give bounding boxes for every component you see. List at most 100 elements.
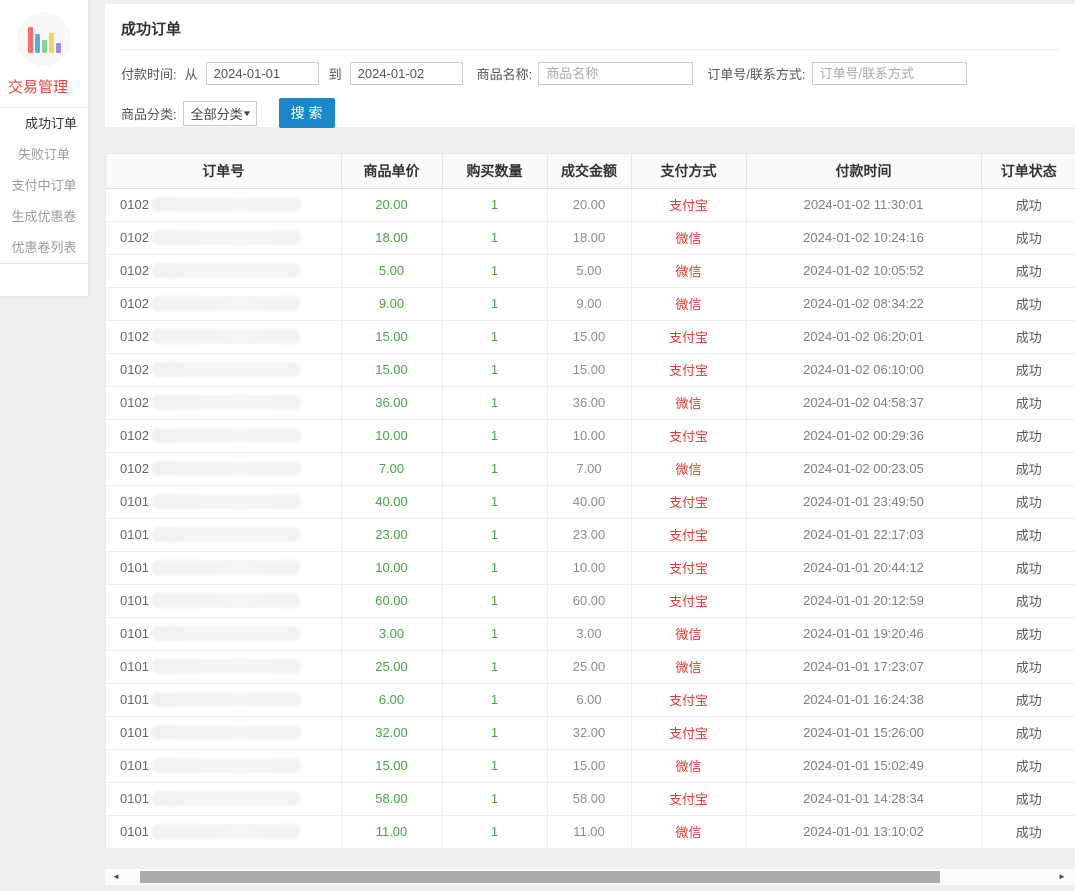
pay-time-cell: 2024-01-01 15:26:00 bbox=[746, 716, 981, 749]
qty-cell: 1 bbox=[442, 320, 547, 353]
table-row: 010160.00160.00支付宝2024-01-01 20:12:59成功 bbox=[106, 584, 1075, 617]
sidebar-item-3[interactable]: 支付中订单 bbox=[0, 170, 88, 201]
category-select[interactable]: 全部分类 ▼ bbox=[183, 101, 257, 126]
price-cell: 15.00 bbox=[341, 353, 442, 386]
pay-method-cell: 微信 bbox=[631, 386, 746, 419]
table-row: 01016.0016.00支付宝2024-01-01 16:24:38成功 bbox=[106, 683, 1075, 716]
amount-cell: 40.00 bbox=[547, 485, 631, 518]
order-id-prefix: 0101 bbox=[120, 560, 149, 575]
pay-time-to-input[interactable] bbox=[350, 62, 463, 85]
pay-method-cell: 支付宝 bbox=[631, 716, 746, 749]
table-row: 01027.0017.00微信2024-01-02 00:23:05成功 bbox=[106, 452, 1075, 485]
status-cell: 成功 bbox=[981, 716, 1075, 749]
pay-method-cell: 微信 bbox=[631, 650, 746, 683]
pay-time-cell: 2024-01-01 16:24:38 bbox=[746, 683, 981, 716]
redacted-order-id-blur bbox=[151, 197, 301, 212]
status-cell: 成功 bbox=[981, 815, 1075, 848]
sidebar-menu: 成功订单失败订单支付中订单生成优惠卷优惠卷列表 bbox=[0, 107, 88, 264]
sidebar-item-2[interactable]: 失败订单 bbox=[0, 139, 88, 170]
redacted-order-id-blur bbox=[151, 296, 301, 311]
amount-cell: 32.00 bbox=[547, 716, 631, 749]
status-cell: 成功 bbox=[981, 551, 1075, 584]
order-id-prefix: 0102 bbox=[120, 329, 149, 344]
order-id-prefix: 0101 bbox=[120, 659, 149, 674]
scrollbar-thumb[interactable] bbox=[140, 871, 940, 883]
table-header-row: 订单号商品单价购买数量成交金额支付方式付款时间订单状态 bbox=[106, 154, 1075, 188]
sidebar-item-1[interactable]: 成功订单 bbox=[0, 108, 88, 139]
sidebar-item-5[interactable]: 优惠卷列表 bbox=[0, 232, 88, 263]
amount-cell: 25.00 bbox=[547, 650, 631, 683]
qty-cell: 1 bbox=[442, 749, 547, 782]
pay-method-cell: 支付宝 bbox=[631, 188, 746, 221]
horizontal-scrollbar[interactable]: ◄ ► bbox=[105, 869, 1075, 885]
logo-bar bbox=[42, 40, 47, 53]
status-cell: 成功 bbox=[981, 419, 1075, 452]
search-button[interactable]: 搜 索 bbox=[279, 98, 335, 128]
order-id-cell: 0101 bbox=[106, 650, 341, 683]
order-id-prefix: 0102 bbox=[120, 230, 149, 245]
qty-cell: 1 bbox=[442, 650, 547, 683]
scroll-left-icon[interactable]: ◄ bbox=[109, 869, 123, 885]
order-contact-input[interactable] bbox=[812, 62, 967, 85]
pay-time-from-input[interactable] bbox=[206, 62, 319, 85]
qty-cell: 1 bbox=[442, 683, 547, 716]
pay-method-cell: 微信 bbox=[631, 221, 746, 254]
logo-bar bbox=[35, 34, 40, 53]
table-row: 010132.00132.00支付宝2024-01-01 15:26:00成功 bbox=[106, 716, 1075, 749]
status-cell: 成功 bbox=[981, 485, 1075, 518]
pay-time-cell: 2024-01-02 06:20:01 bbox=[746, 320, 981, 353]
logo-bar-chart-icon bbox=[17, 12, 71, 66]
amount-cell: 10.00 bbox=[547, 419, 631, 452]
price-cell: 25.00 bbox=[341, 650, 442, 683]
order-id-prefix: 0102 bbox=[120, 197, 149, 212]
status-cell: 成功 bbox=[981, 617, 1075, 650]
pay-method-cell: 微信 bbox=[631, 254, 746, 287]
redacted-order-id-blur bbox=[151, 428, 301, 443]
column-header: 支付方式 bbox=[631, 154, 746, 188]
price-cell: 10.00 bbox=[341, 551, 442, 584]
order-id-cell: 0101 bbox=[106, 485, 341, 518]
qty-cell: 1 bbox=[442, 617, 547, 650]
table-row: 010215.00115.00支付宝2024-01-02 06:20:01成功 bbox=[106, 320, 1075, 353]
column-header: 订单号 bbox=[106, 154, 341, 188]
pay-method-cell: 支付宝 bbox=[631, 419, 746, 452]
product-name-input[interactable] bbox=[538, 62, 693, 85]
qty-cell: 1 bbox=[442, 584, 547, 617]
pay-method-cell: 支付宝 bbox=[631, 683, 746, 716]
pay-method-cell: 微信 bbox=[631, 617, 746, 650]
order-id-prefix: 0102 bbox=[120, 296, 149, 311]
order-id-cell: 0101 bbox=[106, 716, 341, 749]
column-header: 购买数量 bbox=[442, 154, 547, 188]
order-id-cell: 0101 bbox=[106, 617, 341, 650]
table-row: 01025.0015.00微信2024-01-02 10:05:52成功 bbox=[106, 254, 1075, 287]
pay-method-cell: 支付宝 bbox=[631, 782, 746, 815]
status-cell: 成功 bbox=[981, 518, 1075, 551]
pay-time-cell: 2024-01-02 06:10:00 bbox=[746, 353, 981, 386]
logo-bar bbox=[49, 33, 54, 53]
column-header: 付款时间 bbox=[746, 154, 981, 188]
order-id-prefix: 0102 bbox=[120, 362, 149, 377]
qty-cell: 1 bbox=[442, 452, 547, 485]
price-cell: 3.00 bbox=[341, 617, 442, 650]
table-row: 010125.00125.00微信2024-01-01 17:23:07成功 bbox=[106, 650, 1075, 683]
order-id-prefix: 0102 bbox=[120, 428, 149, 443]
order-id-cell: 0102 bbox=[106, 353, 341, 386]
pay-method-cell: 支付宝 bbox=[631, 518, 746, 551]
redacted-order-id-blur bbox=[151, 725, 301, 740]
table-row: 010123.00123.00支付宝2024-01-01 22:17:03成功 bbox=[106, 518, 1075, 551]
pay-method-cell: 微信 bbox=[631, 452, 746, 485]
redacted-order-id-blur bbox=[151, 395, 301, 410]
order-id-cell: 0102 bbox=[106, 320, 341, 353]
status-cell: 成功 bbox=[981, 353, 1075, 386]
sidebar-item-4[interactable]: 生成优惠卷 bbox=[0, 201, 88, 232]
amount-cell: 15.00 bbox=[547, 749, 631, 782]
table-row: 010220.00120.00支付宝2024-01-02 11:30:01成功 bbox=[106, 188, 1075, 221]
qty-cell: 1 bbox=[442, 518, 547, 551]
status-cell: 成功 bbox=[981, 584, 1075, 617]
redacted-order-id-blur bbox=[151, 527, 301, 542]
category-select-value: 全部分类 bbox=[191, 104, 243, 123]
qty-cell: 1 bbox=[442, 353, 547, 386]
redacted-order-id-blur bbox=[151, 824, 301, 839]
from-label: 从 bbox=[185, 64, 198, 83]
scroll-right-icon[interactable]: ► bbox=[1055, 869, 1069, 885]
